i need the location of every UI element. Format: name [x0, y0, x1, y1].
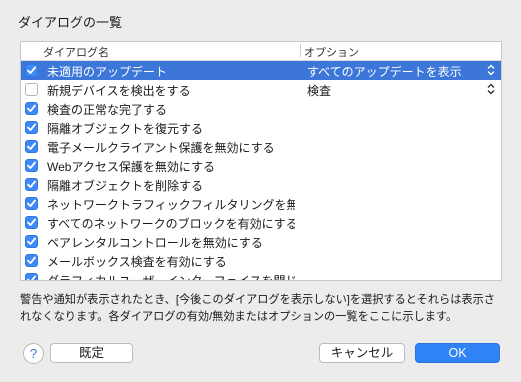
- row-label: Webアクセス保護を無効にする: [47, 160, 215, 174]
- column-header-option[interactable]: オプション: [304, 44, 359, 60]
- table-row[interactable]: 未適用のアップデート すべてのアップデートを表示: [21, 61, 501, 80]
- table-row[interactable]: 検査の正常な完了する: [21, 99, 501, 118]
- table-row[interactable]: すべてのネットワークのブロックを有効にする: [21, 213, 501, 232]
- row-checkbox[interactable]: [25, 140, 38, 153]
- row-label: ネットワークトラフィックフィルタリングを無…: [47, 198, 295, 212]
- table-row[interactable]: ネットワークトラフィックフィルタリングを無…: [21, 194, 501, 213]
- row-checkbox[interactable]: [25, 235, 38, 248]
- row-label: ペアレンタルコントロールを無効にする: [47, 236, 263, 250]
- column-divider: [300, 44, 301, 57]
- table-row[interactable]: 新規デバイスを検出をする 検査: [21, 80, 501, 99]
- dialog-title: ダイアログの一覧: [18, 15, 123, 30]
- row-label: 未適用のアップデート: [47, 65, 168, 79]
- row-label: メールボックス検査を有効にする: [47, 255, 227, 269]
- help-button[interactable]: ?: [23, 343, 44, 364]
- description-text: 警告や通知が表示されたとき、[今後このダイアログを表示しない]を選択するとそれら…: [20, 294, 495, 323]
- cancel-button[interactable]: キャンセル: [319, 343, 405, 363]
- row-checkbox[interactable]: [25, 273, 38, 280]
- row-label: 検査の正常な完了する: [47, 103, 168, 117]
- row-label: 新規デバイスを検出をする: [47, 84, 191, 98]
- row-checkbox[interactable]: [25, 64, 38, 77]
- row-checkbox[interactable]: [25, 83, 38, 96]
- default-button[interactable]: 既定: [50, 343, 133, 363]
- row-checkbox[interactable]: [25, 254, 38, 267]
- row-option-select[interactable]: 検査: [307, 82, 331, 99]
- table-body: 未適用のアップデート すべてのアップデートを表示新規デバイスを検出をする 検査検査の…: [21, 61, 501, 281]
- row-checkbox[interactable]: [25, 159, 38, 172]
- table-row[interactable]: ペアレンタルコントロールを無効にする: [21, 232, 501, 251]
- table-row[interactable]: Webアクセス保護を無効にする: [21, 156, 501, 175]
- row-option-select[interactable]: すべてのアップデートを表示: [307, 63, 462, 80]
- table-row[interactable]: 隔離オブジェクトを削除する: [21, 175, 501, 194]
- table-row[interactable]: グラフィカルユーザーインターフェイスを閉じる: [21, 270, 501, 281]
- column-header-name[interactable]: ダイアログ名: [43, 44, 109, 60]
- updown-chevron-icon[interactable]: [487, 83, 495, 98]
- ok-button[interactable]: OK: [415, 343, 500, 363]
- table-row[interactable]: 電子メールクライアント保護を無効にする: [21, 137, 501, 156]
- row-label: すべてのネットワークのブロックを有効にする: [47, 217, 295, 231]
- row-checkbox[interactable]: [25, 216, 38, 229]
- row-checkbox[interactable]: [25, 121, 38, 134]
- table-row[interactable]: メールボックス検査を有効にする: [21, 251, 501, 270]
- table-header: ダイアログ名 オプション: [21, 42, 501, 61]
- table-row[interactable]: 隔離オブジェクトを復元する: [21, 118, 501, 137]
- row-label: 隔離オブジェクトを削除する: [47, 179, 204, 193]
- row-checkbox[interactable]: [25, 102, 38, 115]
- row-label: グラフィカルユーザーインターフェイスを閉じる: [47, 274, 295, 281]
- row-checkbox[interactable]: [25, 178, 38, 191]
- updown-chevron-icon[interactable]: [487, 64, 495, 79]
- row-label: 隔離オブジェクトを復元する: [47, 122, 204, 136]
- row-label: 電子メールクライアント保護を無効にする: [47, 141, 275, 155]
- row-checkbox[interactable]: [25, 197, 38, 210]
- dialog-list-table: ダイアログ名 オプション 未適用のアップデート すべてのアップデートを表示 新規デバ…: [20, 41, 502, 281]
